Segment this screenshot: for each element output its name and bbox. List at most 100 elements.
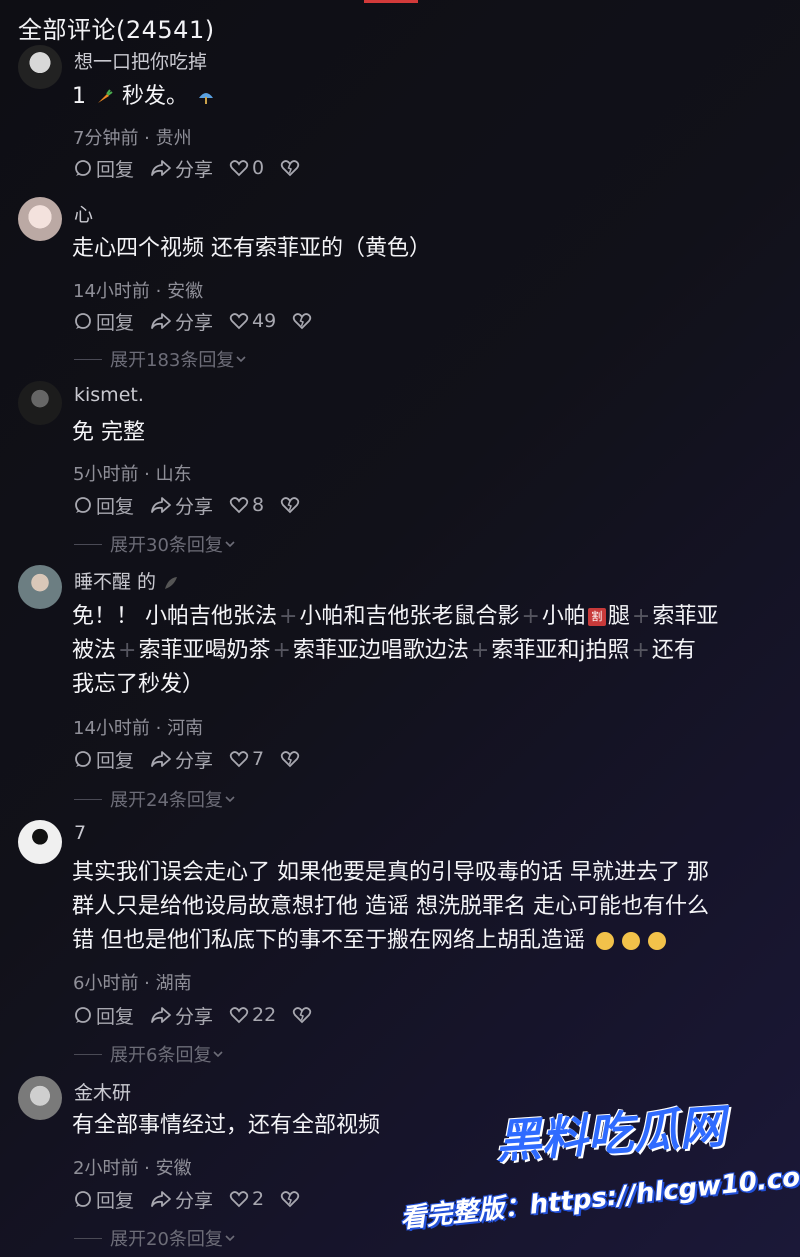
expand-label: 展开183条回复 bbox=[110, 350, 235, 371]
share-label: 分享 bbox=[175, 1005, 214, 1028]
text-segment: 还有 bbox=[651, 638, 696, 663]
reply-button[interactable]: 回复 bbox=[73, 1186, 134, 1213]
dislike-heart-icon bbox=[293, 1007, 312, 1024]
comment-text-line: 错 但也是他们私底下的事不至于搬在网络上胡乱造谣 bbox=[72, 924, 792, 958]
like-count: 49 bbox=[252, 310, 277, 332]
share-button[interactable]: 分享 bbox=[150, 155, 213, 182]
like-count: 2 bbox=[252, 1188, 265, 1210]
text-segment: 腿 bbox=[607, 604, 630, 629]
like-button[interactable]: 49 bbox=[229, 310, 276, 332]
comment-text: 其实我们误会走心了 如果他要是真的引导吸毒的话 早就进去了 那 群人只是给他设局… bbox=[72, 856, 792, 958]
comment-meta: 7分钟前 · 贵州 bbox=[73, 128, 192, 149]
share-label: 分享 bbox=[175, 158, 214, 181]
heart-icon bbox=[229, 313, 249, 330]
comment-username[interactable]: 睡不醒 的 bbox=[74, 567, 180, 594]
comment-username[interactable]: 金木研 bbox=[74, 1078, 131, 1105]
dislike-button[interactable] bbox=[280, 749, 303, 769]
expand-replies-button[interactable]: 展开183条回复 bbox=[74, 346, 248, 372]
text-segment: 错 但也是他们私底下的事不至于搬在网络上胡乱造谣 bbox=[72, 928, 585, 953]
like-count: 7 bbox=[252, 748, 265, 770]
expand-replies-button[interactable]: 展开20条回复 bbox=[74, 1225, 237, 1251]
divider bbox=[74, 358, 102, 360]
avatar[interactable] bbox=[18, 1076, 62, 1120]
plus-separator-icon: + bbox=[470, 638, 490, 663]
reply-button[interactable]: 回复 bbox=[73, 1002, 134, 1029]
like-button[interactable]: 0 bbox=[229, 157, 264, 179]
comment-icon bbox=[75, 1191, 91, 1207]
expand-label: 展开6条回复 bbox=[110, 1045, 212, 1066]
expand-replies-button[interactable]: 展开30条回复 bbox=[74, 531, 237, 557]
share-button[interactable]: 分享 bbox=[150, 1186, 213, 1213]
plus-separator-icon: + bbox=[631, 638, 650, 663]
like-button[interactable]: 22 bbox=[229, 1004, 276, 1026]
divider bbox=[74, 543, 102, 545]
comment-text-part: 1 bbox=[72, 84, 86, 109]
comment-text-line: 被法+索菲亚喝奶茶+索菲亚边唱歌边法+索菲亚和j拍照+还有 bbox=[72, 634, 792, 668]
share-button[interactable]: 分享 bbox=[150, 308, 213, 335]
comment-actions: 回复 分享 49 bbox=[73, 308, 331, 334]
expand-replies-button[interactable]: 展开6条回复 bbox=[74, 1041, 225, 1067]
avatar[interactable] bbox=[18, 197, 62, 241]
text-segment: 免！！ 小帕吉他张法 bbox=[72, 604, 277, 629]
share-icon bbox=[151, 313, 171, 329]
share-button[interactable]: 分享 bbox=[150, 746, 213, 773]
comment-icon bbox=[75, 160, 91, 176]
comment-text-part: 秒发。 bbox=[122, 84, 189, 109]
share-label: 分享 bbox=[175, 311, 214, 334]
chevron-down-icon bbox=[236, 356, 246, 363]
reply-label: 回复 bbox=[96, 158, 135, 181]
feather-emoji-icon bbox=[165, 576, 178, 589]
comment-actions: 回复 分享 8 bbox=[73, 492, 319, 518]
like-button[interactable]: 7 bbox=[229, 748, 264, 770]
reply-button[interactable]: 回复 bbox=[73, 155, 134, 182]
chevron-down-icon bbox=[225, 541, 235, 548]
dislike-heart-icon bbox=[293, 313, 312, 330]
watermark: 黑料吃瓜网 看完整版：https://hlcgw10.com bbox=[395, 1098, 800, 1257]
plus-separator-icon: + bbox=[272, 638, 291, 663]
avatar[interactable] bbox=[18, 45, 62, 89]
dislike-button[interactable] bbox=[280, 1189, 303, 1209]
share-button[interactable]: 分享 bbox=[150, 1002, 213, 1029]
comment-username[interactable]: 心 bbox=[74, 200, 93, 227]
avatar[interactable] bbox=[18, 381, 62, 425]
comment-text: 走心四个视频 还有索菲亚的（黄色） bbox=[72, 236, 431, 261]
share-icon bbox=[151, 1007, 171, 1023]
comment-username[interactable]: kismet. bbox=[74, 384, 144, 406]
comment-actions: 回复 分享 22 bbox=[73, 1002, 331, 1028]
comment-icon bbox=[75, 1007, 91, 1023]
dislike-heart-icon bbox=[280, 1191, 300, 1208]
comment-icon bbox=[75, 751, 91, 767]
like-count: 0 bbox=[252, 157, 265, 179]
dislike-button[interactable] bbox=[292, 1005, 315, 1025]
comment-username[interactable]: 想一口把你吃掉 bbox=[74, 47, 207, 74]
comment-icon bbox=[75, 313, 91, 329]
dislike-button[interactable] bbox=[280, 495, 303, 515]
text-segment: 被法 bbox=[72, 638, 117, 663]
like-button[interactable]: 8 bbox=[229, 494, 264, 516]
chevron-down-icon bbox=[213, 1051, 224, 1058]
comment-text-line: 我忘了秒发） bbox=[72, 668, 792, 702]
plus-separator-icon: + bbox=[521, 604, 540, 629]
avatar[interactable] bbox=[18, 820, 62, 864]
avatar[interactable] bbox=[18, 565, 62, 609]
reply-button[interactable]: 回复 bbox=[73, 746, 134, 773]
share-icon bbox=[151, 160, 171, 176]
share-label: 分享 bbox=[175, 495, 214, 518]
red-square-emoji-icon: 割 bbox=[587, 608, 606, 626]
expand-label: 展开30条回复 bbox=[110, 535, 223, 556]
text-segment: 我忘了秒发） bbox=[72, 672, 205, 697]
expand-replies-button[interactable]: 展开24条回复 bbox=[74, 786, 237, 812]
plus-separator-icon: + bbox=[631, 604, 651, 629]
watermark-url: 看完整版：https://hlcgw10.com bbox=[398, 1159, 800, 1235]
reply-button[interactable]: 回复 bbox=[73, 492, 134, 519]
share-label: 分享 bbox=[175, 749, 214, 772]
reply-label: 回复 bbox=[96, 311, 135, 334]
reply-button[interactable]: 回复 bbox=[73, 308, 134, 335]
share-button[interactable]: 分享 bbox=[150, 492, 213, 519]
dislike-button[interactable] bbox=[292, 311, 315, 331]
like-button[interactable]: 2 bbox=[229, 1188, 264, 1210]
comment-username[interactable]: 7 bbox=[74, 822, 86, 844]
reply-label: 回复 bbox=[96, 1005, 135, 1028]
dislike-button[interactable] bbox=[280, 158, 303, 178]
username-text: 睡不醒 的 bbox=[74, 571, 157, 593]
